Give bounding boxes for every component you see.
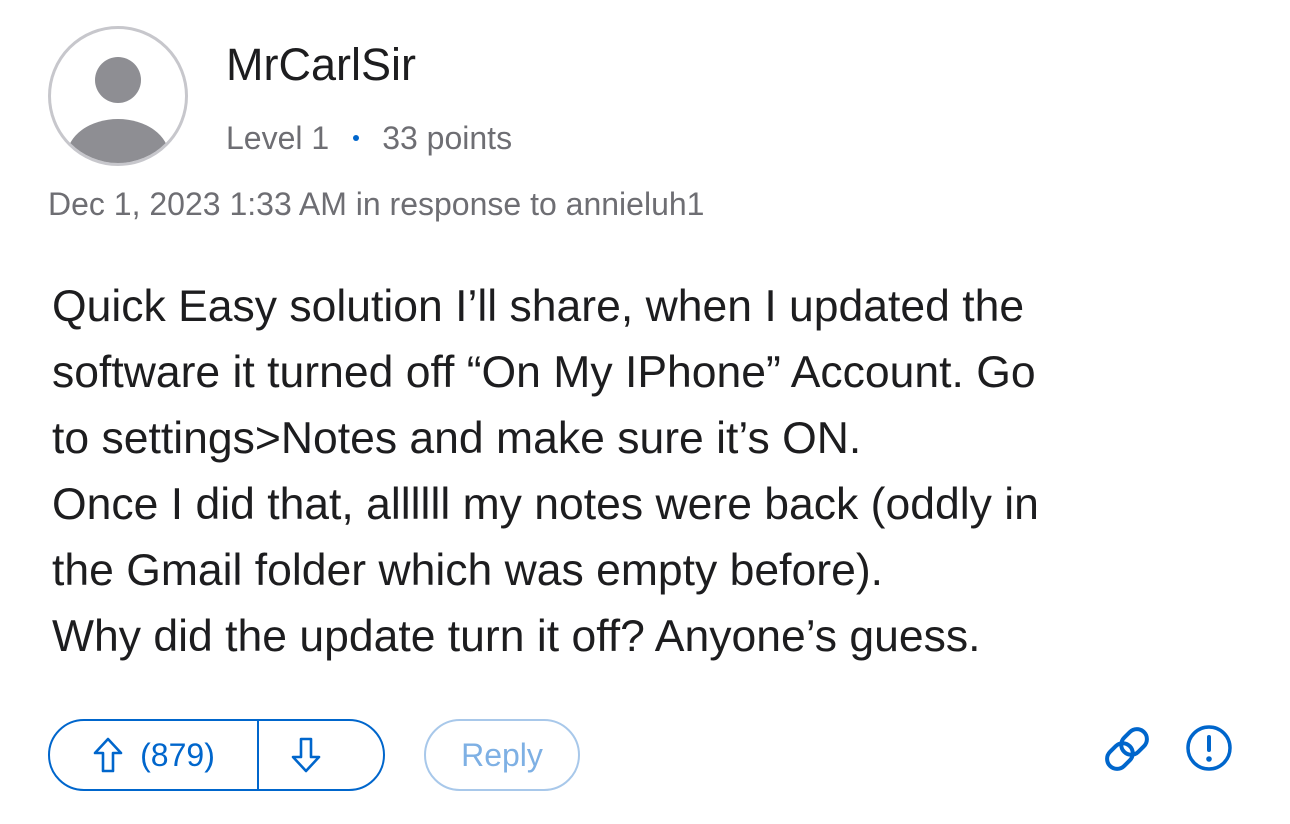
upvote-button[interactable]: (879) — [50, 721, 259, 789]
post-timestamp: Dec 1, 2023 1:33 AM in response to annie… — [48, 186, 705, 222]
link-icon — [1105, 727, 1149, 771]
author-name[interactable]: MrCarlSir — [226, 38, 416, 92]
post-body-line: Why did the update turn it off? Anyone’s… — [52, 612, 981, 661]
copy-link-button[interactable] — [1100, 722, 1154, 776]
arrow-down-icon — [291, 737, 321, 773]
post-body-line: Once I did that, allllll my notes were b… — [52, 480, 1039, 529]
user-silhouette-icon — [67, 57, 169, 163]
downvote-button[interactable] — [259, 721, 383, 789]
separator-dot — [353, 135, 360, 141]
post-body-line: the Gmail folder which was empty before)… — [52, 546, 884, 595]
vote-count: (879) — [140, 736, 215, 773]
post-body: Quick Easy solution I’ll share, when I u… — [52, 274, 1242, 670]
post-body-line: software it turned off “On My IPhone” Ac… — [52, 348, 1036, 397]
avatar[interactable] — [48, 26, 188, 166]
author-level: Level 1 — [226, 120, 330, 156]
vote-group: (879) — [48, 719, 385, 791]
reply-button[interactable]: Reply — [424, 719, 580, 791]
post-body-line: Quick Easy solution I’ll share, when I u… — [52, 282, 1025, 331]
exclamation-circle-icon — [1186, 725, 1232, 771]
post-body-line: to settings>Notes and make sure it’s ON. — [52, 414, 862, 463]
arrow-up-icon — [93, 737, 123, 773]
report-button[interactable] — [1184, 723, 1234, 773]
author-points: 33 points — [382, 120, 513, 156]
author-meta: Level 1 33 points — [226, 118, 512, 158]
